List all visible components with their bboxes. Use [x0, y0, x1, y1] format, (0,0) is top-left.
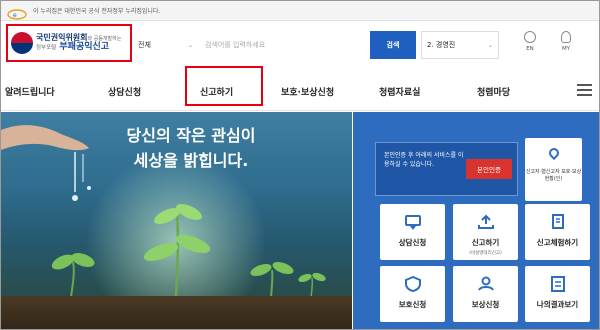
result-list-icon: [549, 276, 567, 292]
hero-line-1: 당신의 작은 관심이: [126, 126, 256, 145]
document-icon: [549, 214, 567, 230]
svg-text:e: e: [13, 12, 17, 19]
report-card[interactable]: 신고하기 (비실명대리신고): [453, 204, 518, 260]
nav-item-resources[interactable]: 청렴자료실: [379, 72, 420, 111]
protection-request-card[interactable]: 보호신청: [380, 266, 445, 322]
soil-ground: [1, 296, 352, 329]
nav-item-notice[interactable]: 알려드립니다: [5, 72, 55, 111]
region-value: 2. 경영진: [427, 41, 456, 49]
nav-item-protection[interactable]: 보호·보상신청: [281, 72, 334, 111]
nav-item-community[interactable]: 청렴마당: [477, 72, 510, 111]
protection-status-label: 신고자·협신고자 보호·보상현황(인): [525, 169, 582, 182]
site-logo[interactable]: 국민권익위원회와 공동개발하는 정부포털 부패공익신고: [6, 24, 132, 62]
search-button[interactable]: 검색: [370, 31, 416, 59]
protection-request-label: 보호신청: [398, 300, 427, 309]
user-icon: [561, 31, 571, 43]
search-bar: 전체 ⌄ 검색: [135, 31, 416, 59]
logo-portal-label: 정부포털: [36, 45, 57, 52]
my-page-button[interactable]: MY: [556, 31, 576, 52]
globe-icon: [524, 31, 536, 43]
hero-banner: 당신의 작은 관심이 세상을 밝힙니다.: [1, 112, 352, 329]
chat-bubble-icon: [404, 214, 422, 230]
consult-card[interactable]: 상담신청: [380, 204, 445, 260]
chevron-down-icon: ⌄: [487, 41, 493, 49]
report-experience-label: 신고체험하기: [536, 238, 579, 247]
my-results-label: 나의결과보기: [536, 300, 579, 309]
site-header: 국민권익위원회와 공동개발하는 정부포털 부패공익신고 전체 ⌄ 검색 2. 경…: [1, 21, 599, 72]
search-input[interactable]: [199, 31, 370, 59]
chevron-down-icon: ⌄: [187, 41, 193, 49]
my-results-card[interactable]: 나의결과보기: [525, 266, 590, 322]
search-scope-select[interactable]: 전체 ⌄: [135, 31, 199, 59]
gov-notice-bar: e 이 누리집은 대한민국 공식 전자정부 누리집입니다.: [1, 1, 599, 21]
logo-service-name: 부패공익신고: [59, 42, 110, 53]
location-pin-icon: [545, 145, 563, 164]
protection-status-card[interactable]: 신고자·협신고자 보호·보상현황(인): [525, 138, 582, 201]
hero-headline: 당신의 작은 관심이 세상을 밝힙니다.: [96, 124, 286, 174]
report-card-sub: (비실명대리신고): [469, 251, 502, 256]
taegeuk-emblem-icon: [11, 32, 33, 54]
report-experience-card[interactable]: 신고체험하기: [525, 204, 590, 260]
identity-verification-button[interactable]: 본인인증: [466, 159, 512, 179]
nav-item-consult[interactable]: 상담신청: [108, 72, 141, 111]
upload-report-icon: [477, 214, 495, 230]
logo-org-sub: 와 공동개발하는: [87, 35, 122, 42]
logo-org-name: 국민권익위원회: [36, 32, 88, 42]
report-highlight-box: [185, 66, 263, 106]
consult-card-label: 상담신청: [398, 238, 427, 247]
notice-text: 이 누리집은 대한민국 공식 전자정부 누리집입니다.: [33, 8, 161, 15]
main-nav: 알려드립니다 상담신청 신고하기 보호·보상신청 청렴자료실 청렴마당: [1, 72, 599, 111]
search-scope-value: 전체: [138, 41, 151, 49]
identity-verification-box: 본인인증 후 아래의 서비스를 이용하실 수 있습니다. 본인인증: [375, 142, 518, 196]
egov-logo-icon: e: [7, 5, 27, 20]
language-en-label: EN: [526, 46, 534, 52]
language-en-button[interactable]: EN: [520, 31, 540, 52]
reward-request-label: 보상신청: [471, 300, 500, 309]
auth-description: 본인인증 후 아래의 서비스를 이용하실 수 있습니다.: [384, 152, 464, 169]
shield-icon: [404, 275, 422, 293]
hands-icon: [477, 276, 495, 292]
my-page-label: MY: [561, 46, 571, 52]
hero-line-2: 세상을 밝힙니다.: [133, 150, 249, 170]
menu-icon[interactable]: [577, 84, 592, 96]
report-card-label: 신고하기: [471, 238, 500, 247]
reward-request-card[interactable]: 보상신청: [453, 266, 518, 322]
region-select[interactable]: 2. 경영진 ⌄: [421, 31, 499, 59]
